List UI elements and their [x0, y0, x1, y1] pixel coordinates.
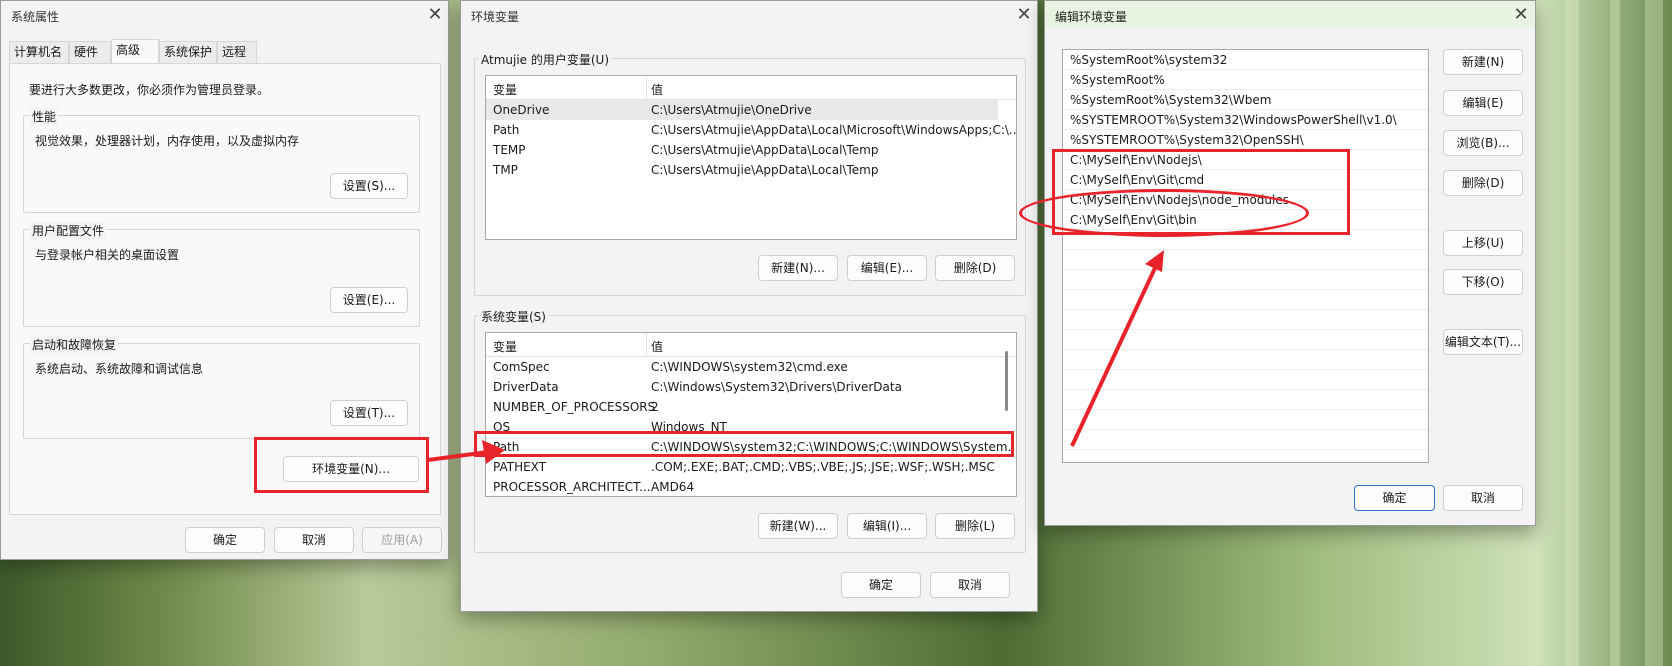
background-bamboo [1645, 0, 1663, 666]
table-row[interactable]: PATHEXT .COM;.EXE;.BAT;.CMD;.VBS;.VBE;.JS… [486, 457, 1016, 477]
path-entries-list[interactable]: %SystemRoot%\system32 %SystemRoot% %Syst… [1062, 49, 1429, 463]
annotation-highlight-ellipse [1019, 189, 1309, 237]
performance-settings-button[interactable]: 设置(S)... [330, 173, 408, 199]
cancel-button[interactable]: 取消 [274, 527, 354, 553]
tab-hardware[interactable]: 硬件 [69, 41, 111, 63]
window-title: 环境变量 [471, 10, 520, 24]
column-divider [1428, 50, 1429, 463]
list-header: 变量 值 [486, 76, 1016, 100]
move-down-button[interactable]: 下移(O) [1443, 269, 1523, 295]
delete-button[interactable]: 删除(D) [1443, 170, 1523, 196]
list-item[interactable] [1063, 310, 1428, 330]
list-item[interactable]: %SystemRoot%\System32\Wbem [1063, 90, 1428, 110]
window-title: 编辑环境变量 [1055, 10, 1128, 24]
list-item[interactable] [1063, 250, 1428, 270]
startup-recovery-label: 启动和故障恢复 [30, 336, 119, 353]
table-row[interactable]: NUMBER_OF_PROCESSORS 2 [486, 397, 1016, 417]
table-row[interactable]: PROCESSOR_ARCHITECT... AMD64 [486, 477, 1016, 496]
tab-remote[interactable]: 远程 [217, 41, 257, 63]
column-value[interactable]: 值 [651, 338, 663, 355]
table-row[interactable]: TEMP C:\Users\Atmujie\AppData\Local\Temp [486, 140, 1016, 160]
table-row[interactable]: OneDrive C:\Users\Atmujie\OneDrive [486, 100, 998, 120]
list-item[interactable] [1063, 370, 1428, 390]
system-properties-window: 系统属性 ✕ 计算机名 硬件 高级 系统保护 远程 要进行大多数更改，你必须作为… [0, 0, 449, 560]
user-variables-list[interactable]: 变量 值 OneDrive C:\Users\Atmujie\OneDrive P… [485, 75, 1017, 240]
edit-button[interactable]: 编辑(E) [1443, 90, 1523, 116]
startup-recovery-desc: 系统启动、系统故障和调试信息 [35, 362, 204, 376]
admin-note: 要进行大多数更改，你必须作为管理员登录。 [29, 83, 270, 97]
table-row[interactable]: Path C:\Users\Atmujie\AppData\Local\Micro… [486, 120, 1016, 140]
list-item[interactable]: %SYSTEMROOT%\System32\WindowsPowerShell\… [1063, 110, 1428, 130]
ok-button[interactable]: 确定 [841, 572, 921, 598]
tab-system-protection[interactable]: 系统保护 [159, 41, 217, 63]
close-icon[interactable]: ✕ [1511, 6, 1531, 26]
performance-desc: 视觉效果，处理器计划，内存使用，以及虚拟内存 [35, 134, 300, 148]
list-item[interactable] [1063, 390, 1428, 410]
window-title: 系统属性 [11, 10, 60, 24]
environment-variables-window: 环境变量 ✕ Atmujie 的用户变量(U) 变量 值 OneDrive C:\… [460, 0, 1038, 612]
table-row[interactable]: TMP C:\Users\Atmujie\AppData\Local\Temp [486, 160, 1016, 180]
list-header: 变量 值 [486, 333, 1016, 357]
system-edit-button[interactable]: 编辑(I)... [847, 513, 927, 539]
edit-environment-variable-window: 编辑环境变量 ✕ %SystemRoot%\system32 %SystemRo… [1019, 0, 1536, 526]
system-variables-list[interactable]: 变量 值 ComSpec C:\WINDOWS\system32\cmd.exe … [485, 332, 1017, 497]
column-variable[interactable]: 变量 [493, 81, 517, 98]
new-button[interactable]: 新建(N) [1443, 49, 1523, 75]
cancel-button[interactable]: 取消 [930, 572, 1010, 598]
tab-advanced[interactable]: 高级 [111, 39, 159, 63]
ok-button[interactable]: 确定 [185, 527, 265, 553]
close-icon[interactable]: ✕ [1014, 6, 1034, 26]
performance-label: 性能 [30, 108, 59, 125]
background-bamboo [1565, 0, 1579, 666]
list-item[interactable]: %SYSTEMROOT%\System32\OpenSSH\ [1063, 130, 1428, 150]
list-item[interactable]: %SystemRoot%\system32 [1063, 50, 1428, 70]
list-item[interactable]: %SystemRoot% [1063, 70, 1428, 90]
user-delete-button[interactable]: 删除(D) [935, 255, 1015, 281]
list-item[interactable] [1063, 270, 1428, 290]
ok-button[interactable]: 确定 [1354, 485, 1435, 511]
system-variables-label: 系统变量(S) [479, 308, 548, 325]
user-profile-desc: 与登录帐户相关的桌面设置 [35, 248, 180, 262]
list-item[interactable] [1063, 430, 1428, 450]
cancel-button[interactable]: 取消 [1443, 485, 1523, 511]
table-row[interactable]: DriverData C:\Windows\System32\Drivers\Dr… [486, 377, 1016, 397]
move-up-button[interactable]: 上移(U) [1443, 230, 1523, 256]
annotation-highlight-box [254, 437, 429, 493]
annotation-highlight-box [474, 431, 1014, 457]
list-item[interactable] [1063, 410, 1428, 430]
user-variables-label: Atmujie 的用户变量(U) [479, 51, 612, 68]
table-row[interactable]: ComSpec C:\WINDOWS\system32\cmd.exe [486, 357, 1016, 377]
user-profile-label: 用户配置文件 [30, 222, 107, 239]
background-bamboo [1610, 0, 1620, 666]
column-variable[interactable]: 变量 [493, 338, 517, 355]
browse-button[interactable]: 浏览(B)... [1443, 130, 1523, 156]
list-item[interactable] [1063, 330, 1428, 350]
list-item[interactable] [1063, 290, 1428, 310]
column-value[interactable]: 值 [651, 81, 663, 98]
user-profile-settings-button[interactable]: 设置(E)... [330, 287, 408, 313]
scrollbar[interactable] [1005, 351, 1008, 411]
startup-recovery-settings-button[interactable]: 设置(T)... [330, 400, 408, 426]
close-icon[interactable]: ✕ [425, 6, 445, 26]
system-delete-button[interactable]: 删除(L) [935, 513, 1015, 539]
list-item[interactable] [1063, 350, 1428, 370]
tab-computer-name[interactable]: 计算机名 [9, 41, 69, 63]
edit-text-button[interactable]: 编辑文本(T)... [1443, 329, 1523, 355]
user-edit-button[interactable]: 编辑(E)... [847, 255, 927, 281]
apply-button[interactable]: 应用(A) [362, 527, 442, 553]
user-new-button[interactable]: 新建(N)... [758, 255, 838, 281]
system-new-button[interactable]: 新建(W)... [758, 513, 838, 539]
